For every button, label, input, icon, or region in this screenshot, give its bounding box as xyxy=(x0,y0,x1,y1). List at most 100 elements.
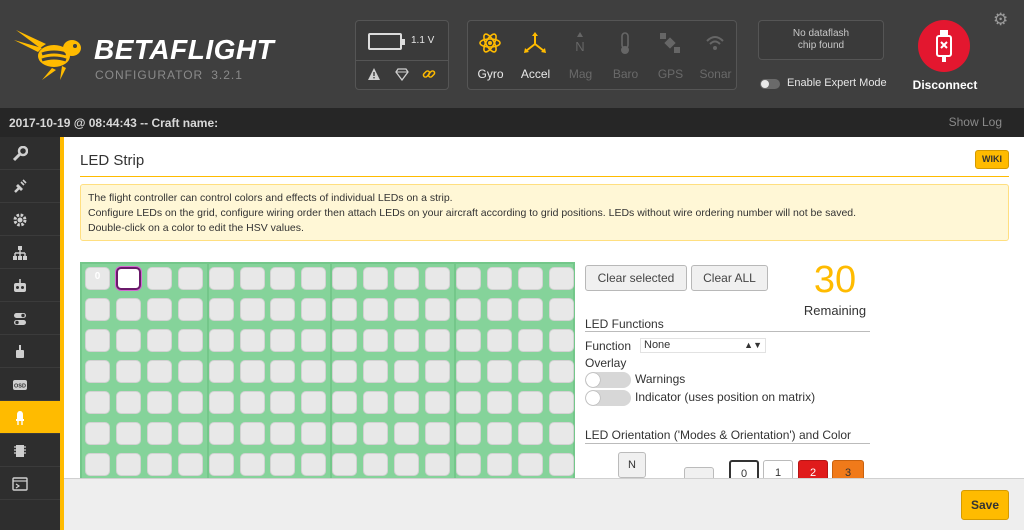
led-cell[interactable] xyxy=(146,453,172,476)
led-cell[interactable] xyxy=(85,391,110,414)
led-cell[interactable] xyxy=(239,391,265,414)
led-cell[interactable] xyxy=(394,422,419,445)
led-cell[interactable] xyxy=(146,329,172,352)
led-cell[interactable] xyxy=(517,453,543,476)
led-cell[interactable] xyxy=(424,360,450,383)
led-cell[interactable] xyxy=(486,391,512,414)
led-cell[interactable] xyxy=(177,391,203,414)
sidebar-item-receiver[interactable] xyxy=(0,269,60,302)
indicator-toggle[interactable] xyxy=(585,390,631,406)
led-cell[interactable] xyxy=(486,453,512,476)
led-cell[interactable] xyxy=(424,329,450,352)
led-cell[interactable] xyxy=(270,422,296,445)
led-cell[interactable] xyxy=(517,391,543,414)
led-cell[interactable] xyxy=(208,329,234,352)
led-cell[interactable] xyxy=(363,298,389,321)
sidebar-item-blackbox[interactable] xyxy=(0,434,60,467)
led-cell[interactable] xyxy=(146,422,172,445)
led-cell[interactable] xyxy=(270,360,296,383)
led-cell[interactable] xyxy=(270,391,296,414)
led-cell[interactable] xyxy=(363,422,389,445)
sidebar-item-ports[interactable] xyxy=(0,170,60,203)
led-cell[interactable] xyxy=(363,329,389,352)
led-cell[interactable] xyxy=(548,267,574,290)
led-cell[interactable] xyxy=(394,453,419,476)
led-cell[interactable] xyxy=(548,391,574,414)
led-cell[interactable] xyxy=(363,391,389,414)
sidebar-item-cli[interactable] xyxy=(0,467,60,500)
led-cell[interactable] xyxy=(177,422,203,445)
led-cell[interactable] xyxy=(270,453,296,476)
function-select[interactable]: None ▲▼ xyxy=(640,338,766,353)
led-cell[interactable]: 0 xyxy=(85,267,110,290)
led-cell[interactable] xyxy=(115,360,141,383)
sidebar-item-configuration[interactable] xyxy=(0,203,60,236)
led-cell[interactable] xyxy=(424,422,450,445)
led-cell[interactable] xyxy=(85,453,110,476)
wiki-button[interactable]: WIKI xyxy=(975,150,1009,169)
led-cell[interactable] xyxy=(239,422,265,445)
led-cell[interactable] xyxy=(332,391,358,414)
led-cell[interactable] xyxy=(363,453,389,476)
save-button[interactable]: Save xyxy=(961,490,1009,520)
led-cell[interactable] xyxy=(455,267,481,290)
led-cell[interactable] xyxy=(301,422,327,445)
led-cell[interactable] xyxy=(486,360,512,383)
led-cell[interactable] xyxy=(424,298,450,321)
led-cell[interactable] xyxy=(177,267,203,290)
led-cell[interactable] xyxy=(239,298,265,321)
led-cell[interactable] xyxy=(270,329,296,352)
led-cell[interactable] xyxy=(85,298,110,321)
led-cell[interactable] xyxy=(455,329,481,352)
led-cell[interactable] xyxy=(301,267,327,290)
led-cell[interactable] xyxy=(486,329,512,352)
led-cell[interactable] xyxy=(332,329,358,352)
led-cell[interactable] xyxy=(394,391,419,414)
led-cell[interactable] xyxy=(394,298,419,321)
led-cell[interactable] xyxy=(239,360,265,383)
clear-selected-button[interactable]: Clear selected xyxy=(585,265,687,291)
led-cell[interactable] xyxy=(301,329,327,352)
led-cell[interactable] xyxy=(208,298,234,321)
led-cell[interactable] xyxy=(208,422,234,445)
orientation-north-button[interactable]: N xyxy=(618,452,646,478)
led-cell[interactable] xyxy=(394,267,419,290)
expert-mode-switch[interactable] xyxy=(760,79,780,89)
led-cell[interactable] xyxy=(239,329,265,352)
led-cell[interactable] xyxy=(85,422,110,445)
sidebar-item-setup[interactable] xyxy=(0,137,60,170)
led-cell[interactable] xyxy=(177,360,203,383)
led-cell[interactable] xyxy=(239,267,265,290)
led-cell[interactable] xyxy=(270,298,296,321)
led-cell[interactable] xyxy=(332,298,358,321)
led-cell[interactable] xyxy=(177,329,203,352)
led-cell[interactable] xyxy=(424,453,450,476)
led-cell[interactable] xyxy=(455,298,481,321)
led-cell[interactable] xyxy=(301,391,327,414)
led-cell[interactable] xyxy=(486,298,512,321)
show-log-link[interactable]: Show Log xyxy=(949,115,1002,129)
led-cell-selected[interactable]: 1 xyxy=(115,267,141,290)
sidebar-item-led-strip[interactable] xyxy=(0,401,60,434)
led-cell[interactable] xyxy=(455,360,481,383)
led-cell[interactable] xyxy=(146,298,172,321)
led-cell[interactable] xyxy=(424,267,450,290)
led-cell[interactable] xyxy=(517,329,543,352)
led-cell[interactable] xyxy=(363,267,389,290)
led-cell[interactable] xyxy=(177,453,203,476)
led-cell[interactable] xyxy=(332,453,358,476)
led-cell[interactable] xyxy=(517,422,543,445)
led-cell[interactable] xyxy=(270,267,296,290)
led-cell[interactable] xyxy=(301,298,327,321)
led-cell[interactable] xyxy=(455,391,481,414)
led-cell[interactable] xyxy=(208,360,234,383)
led-cell[interactable] xyxy=(455,422,481,445)
led-cell[interactable] xyxy=(208,267,234,290)
led-cell[interactable] xyxy=(115,422,141,445)
led-cell[interactable] xyxy=(394,360,419,383)
disconnect-label[interactable]: Disconnect xyxy=(905,78,985,92)
led-cell[interactable] xyxy=(548,298,574,321)
led-cell[interactable] xyxy=(517,267,543,290)
sidebar-item-motors[interactable] xyxy=(0,335,60,368)
warnings-toggle[interactable] xyxy=(585,372,631,388)
